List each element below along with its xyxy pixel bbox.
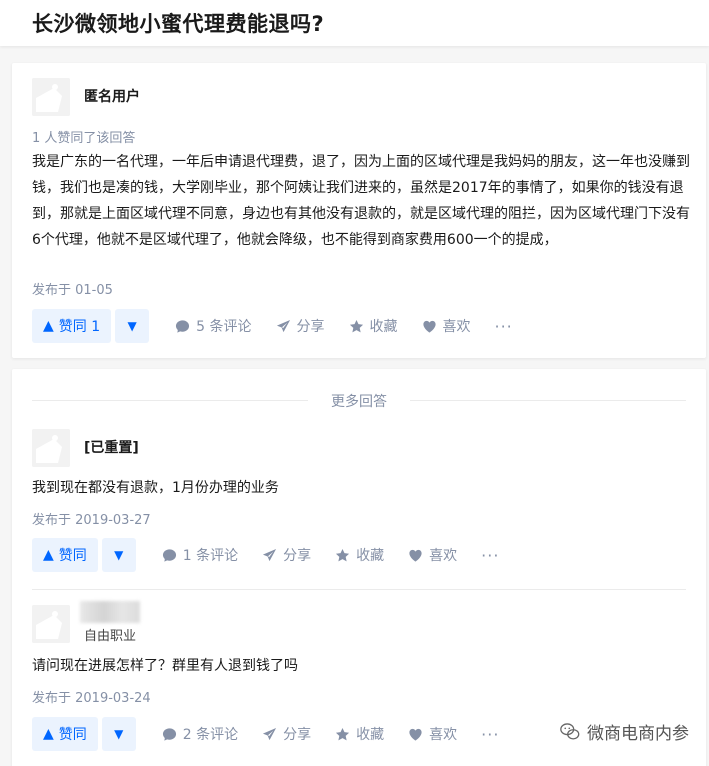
heart-icon: [422, 320, 436, 333]
answer-separator: [32, 589, 686, 590]
triangle-up-icon: ▲: [43, 726, 54, 742]
comment-count: 5 条评论: [196, 319, 252, 335]
comment-count: 2 条评论: [182, 727, 239, 743]
triangle-down-icon: ▼: [114, 727, 124, 741]
collect-label: 收藏: [356, 727, 385, 743]
answer-content: 我是广东的一名代理，一年后申请退代理费，退了，因为上面的区域代理是我妈妈的朋友，…: [32, 154, 690, 248]
share-label: 分享: [283, 727, 312, 743]
question-header: 长沙微领地小蜜代理费能退吗?: [0, 0, 709, 46]
vote-up-label: 赞同 1: [58, 319, 101, 335]
publish-time[interactable]: 发布于 2019-03-27: [32, 509, 151, 528]
answer-content: 请问现在进展怎样了？群里有人退到钱了吗: [32, 658, 298, 674]
vote-down-button[interactable]: ▼: [101, 538, 136, 572]
comment-count: 1 条评论: [182, 548, 239, 564]
answer-card: 匿名用户 1 人赞同了该回答 我是广东的一名代理，一年后申请退代理费，退了，因为…: [12, 63, 706, 358]
blurred-author-name: [80, 601, 140, 623]
star-icon: [349, 319, 363, 332]
like-button[interactable]: 喜欢: [408, 724, 457, 744]
share-label: 分享: [283, 548, 312, 564]
heart-icon: [409, 549, 422, 562]
vote-up-button[interactable]: ▲ 赞同: [32, 717, 98, 751]
watermark-text: 微商电商内参: [587, 724, 689, 744]
comment-bubble-icon: [162, 548, 176, 562]
default-avatar-icon[interactable]: [32, 429, 70, 467]
answer-content: 我到现在都没有退款，1月份办理的业务: [32, 480, 279, 496]
more-answers-label: 更多回答: [331, 394, 387, 410]
answer-actions: ▲ 赞同 ▼ 1 条评论 分享 收藏 喜欢 ···: [32, 538, 499, 572]
wechat-icon: [560, 722, 580, 740]
comment-button[interactable]: 1 条评论: [162, 545, 238, 565]
more-options-button[interactable]: ···: [481, 725, 499, 744]
default-avatar-icon[interactable]: [32, 78, 70, 116]
share-button[interactable]: 分享: [262, 545, 311, 565]
star-icon: [336, 727, 350, 740]
collect-button[interactable]: 收藏: [335, 724, 384, 744]
vote-up-button[interactable]: ▲ 赞同 1: [32, 309, 112, 343]
author-name[interactable]: 匿名用户: [84, 86, 140, 106]
collect-label: 收藏: [369, 319, 398, 335]
publish-time[interactable]: 发布于 01-05: [32, 279, 113, 298]
paper-plane-icon: [263, 548, 277, 561]
comment-button[interactable]: 5 条评论: [175, 316, 252, 336]
author-headline: 自由职业: [84, 629, 137, 644]
voters-summary[interactable]: 1 人赞同了该回答: [32, 127, 135, 146]
share-label: 分享: [296, 319, 325, 335]
collect-button[interactable]: 收藏: [349, 316, 398, 336]
vote-down-button[interactable]: ▼: [115, 309, 150, 343]
default-avatar-icon[interactable]: [32, 605, 70, 643]
watermark: 微商电商内参: [559, 719, 689, 744]
star-icon: [336, 548, 350, 561]
like-label: 喜欢: [442, 319, 471, 335]
vote-up-button[interactable]: ▲ 赞同: [32, 538, 98, 572]
like-button[interactable]: 喜欢: [422, 316, 471, 336]
triangle-up-icon: ▲: [43, 318, 54, 334]
more-options-button[interactable]: ···: [495, 317, 513, 336]
heart-icon: [409, 728, 422, 741]
like-label: 喜欢: [429, 727, 458, 743]
share-button[interactable]: 分享: [262, 724, 311, 744]
comment-bubble-icon: [162, 727, 176, 741]
vote-up-label: 赞同: [58, 548, 87, 564]
paper-plane-icon: [276, 319, 290, 332]
more-answers-card: 更多回答 [已重置] 我到现在都没有退款，1月份办理的业务 发布于 2019-0…: [12, 369, 706, 766]
triangle-down-icon: ▼: [127, 319, 137, 333]
vote-up-label: 赞同: [58, 727, 87, 743]
paper-plane-icon: [263, 727, 277, 740]
collect-label: 收藏: [356, 548, 385, 564]
divider-line-right: [410, 400, 686, 401]
triangle-down-icon: ▼: [114, 548, 124, 562]
collect-button[interactable]: 收藏: [335, 545, 384, 565]
publish-time[interactable]: 发布于 2019-03-24: [32, 687, 151, 706]
triangle-up-icon: ▲: [43, 547, 54, 563]
answer-actions: ▲ 赞同 ▼ 2 条评论 分享 收藏 喜欢 ···: [32, 717, 499, 751]
more-options-button[interactable]: ···: [481, 546, 499, 565]
like-button[interactable]: 喜欢: [408, 545, 457, 565]
question-title: 长沙微领地小蜜代理费能退吗?: [32, 12, 325, 36]
vote-down-button[interactable]: ▼: [101, 717, 136, 751]
author-name[interactable]: [已重置]: [84, 437, 139, 457]
comment-button[interactable]: 2 条评论: [162, 724, 238, 744]
answer-actions: ▲ 赞同 1 ▼ 5 条评论 分享 收藏 喜欢 ···: [32, 309, 513, 343]
like-label: 喜欢: [429, 548, 458, 564]
share-button[interactable]: 分享: [276, 316, 325, 336]
comment-bubble-icon: [176, 319, 190, 333]
